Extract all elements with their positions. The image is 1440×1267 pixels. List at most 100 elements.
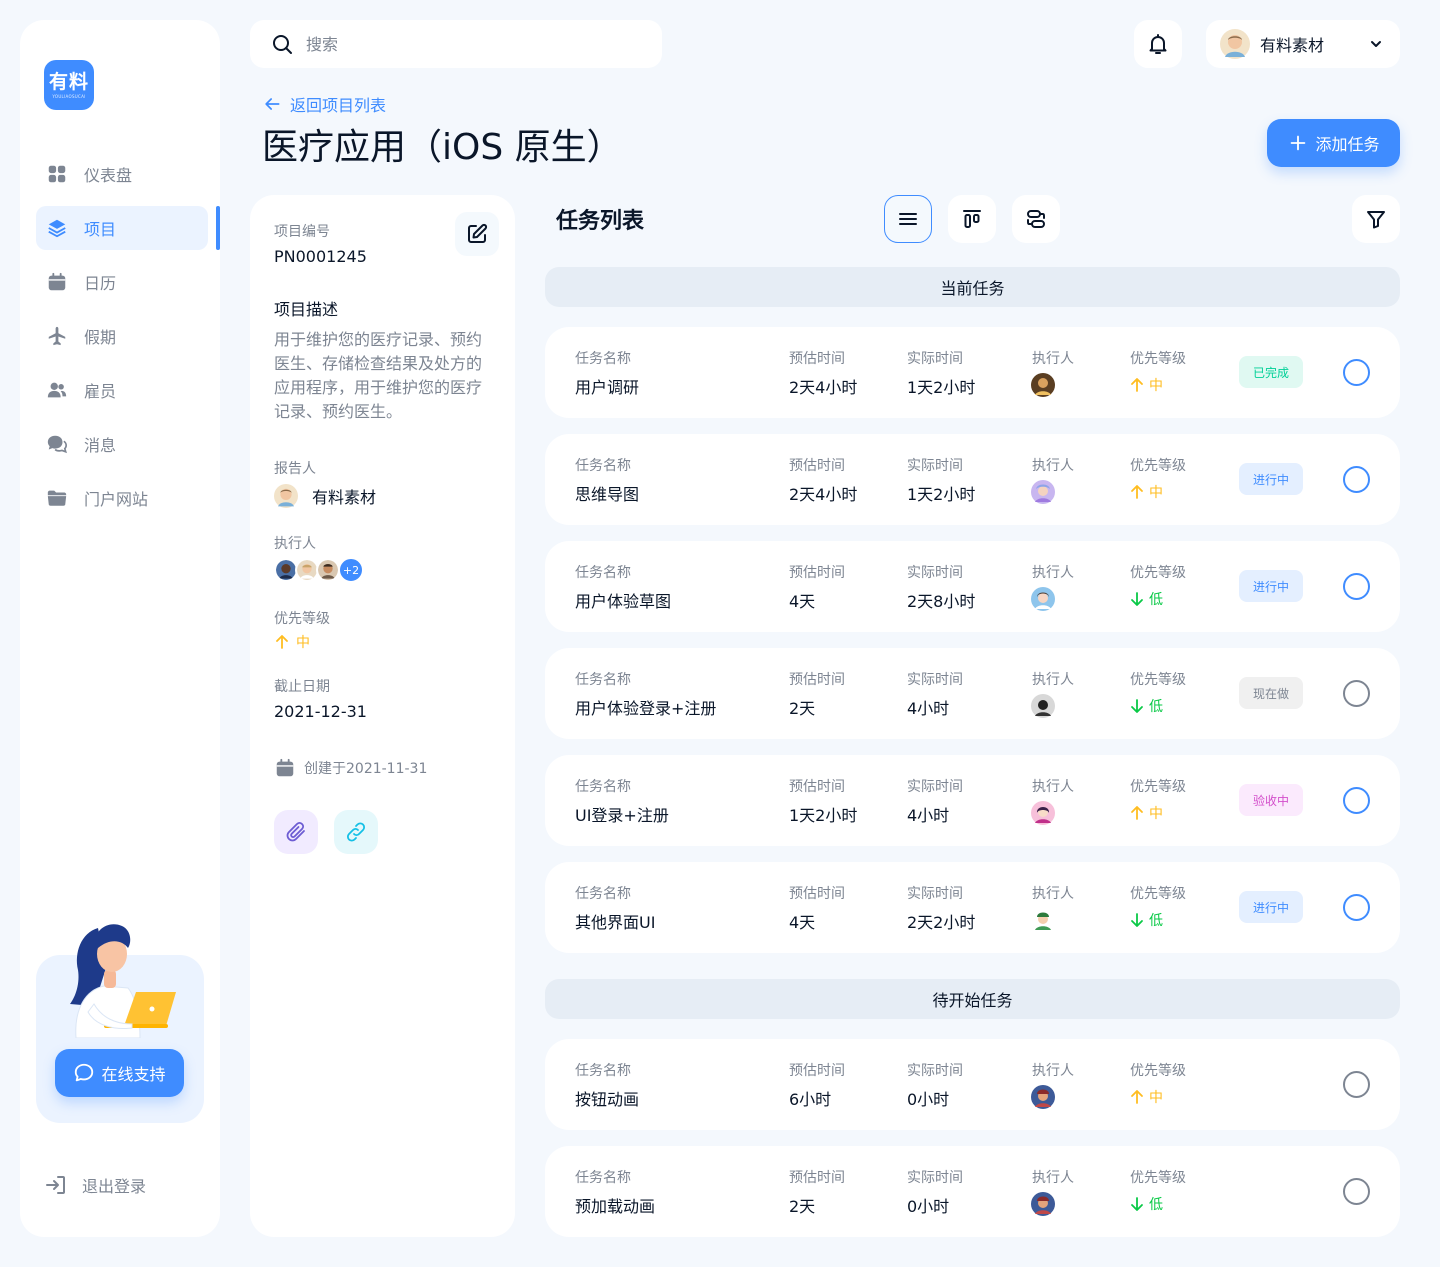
task-row[interactable]: 任务名称 用户调研 预估时间 2天4小时 实际时间 1天2小时 执行人 优先等级… [545, 327, 1400, 418]
chevron-down-icon [1371, 41, 1381, 47]
task-row[interactable]: 任务名称 用户体验草图 预估时间 4天 实际时间 2天8小时 执行人 优先等级 … [545, 541, 1400, 632]
logout-button[interactable]: 退出登录 [44, 1173, 146, 1197]
actual-value: 1天2小时 [907, 378, 976, 397]
priority-value: 中 [1129, 482, 1163, 502]
filter-button[interactable] [1352, 195, 1400, 243]
board-view-button[interactable] [948, 195, 996, 243]
sidebar-item-label: 仪表盘 [84, 166, 133, 185]
add-task-button[interactable]: 添加任务 [1267, 119, 1400, 167]
search-input[interactable] [306, 34, 636, 54]
avatar [1031, 587, 1055, 611]
task-row[interactable]: 任务名称 UI登录+注册 预估时间 1天2小时 实际时间 4小时 执行人 优先等… [545, 755, 1400, 846]
project-number: PN0001245 [274, 247, 367, 266]
assignee-label: 执行人 [1032, 1170, 1074, 1186]
created-date: 创建于2021-11-31 [274, 757, 427, 779]
upcoming-tasks-header[interactable]: 待开始任务 [545, 979, 1400, 1019]
priority-text: 中 [1149, 1090, 1163, 1106]
priority-label: 优先等级 [1130, 1170, 1186, 1186]
estimate-value: 2天 [789, 699, 816, 718]
avatar [1031, 480, 1055, 504]
actual-label: 实际时间 [907, 886, 963, 902]
status-badge: 验收中 [1239, 784, 1303, 816]
reporter-name: 有料素材 [312, 488, 377, 507]
task-checkbox[interactable] [1343, 680, 1370, 707]
arrow-left-icon [265, 98, 280, 110]
priority-label: 优先等级 [1130, 1063, 1186, 1079]
actual-value: 2天2小时 [907, 913, 976, 932]
task-name: 按钮动画 [575, 1090, 640, 1109]
app-logo[interactable]: 有料 YOULIAOSUCAI [44, 60, 94, 110]
estimate-label: 预估时间 [789, 565, 845, 581]
avatar [1031, 694, 1055, 718]
user-profile-menu[interactable]: 有料素材 [1206, 20, 1400, 68]
timeline-view-button[interactable] [1012, 195, 1060, 243]
sidebar-item-vacations[interactable]: 假期 [36, 314, 208, 358]
task-name: 用户体验登录+注册 [575, 699, 717, 718]
task-checkbox[interactable] [1343, 1071, 1370, 1098]
sidebar-item-label: 雇员 [84, 382, 117, 401]
support-button[interactable]: 在线支持 [55, 1049, 184, 1097]
calendar-icon [276, 758, 294, 777]
arrow-up-icon [1131, 485, 1143, 499]
task-checkbox[interactable] [1343, 573, 1370, 600]
priority-value: 中 [1129, 803, 1163, 823]
sidebar-item-messenger[interactable]: 消息 [36, 422, 208, 466]
task-row[interactable]: 任务名称 按钮动画 预估时间 6小时 实际时间 0小时 执行人 优先等级 中 [545, 1039, 1400, 1130]
task-checkbox[interactable] [1343, 787, 1370, 814]
attachment-button[interactable] [274, 810, 318, 854]
sidebar-item-portal[interactable]: 门户网站 [36, 476, 208, 520]
task-name-label: 任务名称 [575, 351, 631, 367]
list-icon [899, 213, 917, 225]
sidebar-item-projects[interactable]: 项目 [36, 206, 220, 250]
sidebar-item-label: 项目 [84, 220, 117, 239]
back-label: 返回项目列表 [290, 96, 387, 115]
created-text: 创建于2021-11-31 [304, 761, 428, 777]
edit-project-button[interactable] [455, 212, 499, 256]
task-row[interactable]: 任务名称 思维导图 预估时间 2天4小时 实际时间 1天2小时 执行人 优先等级… [545, 434, 1400, 525]
estimate-value: 4天 [789, 913, 816, 932]
priority-text: 中 [1149, 485, 1163, 501]
avatar [316, 558, 340, 582]
task-row[interactable]: 任务名称 用户体验登录+注册 预估时间 2天 实际时间 4小时 执行人 优先等级… [545, 648, 1400, 739]
task-row[interactable]: 任务名称 其他界面UI 预估时间 4天 实际时间 2天2小时 执行人 优先等级 … [545, 862, 1400, 953]
priority-label: 优先等级 [274, 611, 330, 627]
support-illustration [70, 924, 176, 1038]
task-name-label: 任务名称 [575, 886, 631, 902]
tasks-title: 任务列表 [556, 209, 645, 234]
task-checkbox[interactable] [1343, 466, 1370, 493]
project-number-label: 项目编号 [274, 224, 330, 240]
assignees[interactable]: +2 [274, 557, 364, 583]
due-date-label: 截止日期 [274, 679, 330, 695]
task-row[interactable]: 任务名称 预加载动画 预估时间 2天 实际时间 0小时 执行人 优先等级 低 [545, 1146, 1400, 1237]
task-name: 预加载动画 [575, 1197, 656, 1216]
avatar [1031, 373, 1055, 397]
current-tasks-header[interactable]: 当前任务 [545, 267, 1400, 307]
priority-label: 优先等级 [1130, 779, 1186, 795]
task-checkbox[interactable] [1343, 894, 1370, 921]
due-date: 2021-12-31 [274, 702, 367, 721]
task-checkbox[interactable] [1343, 1178, 1370, 1205]
description-title: 项目描述 [274, 300, 339, 319]
task-checkbox[interactable] [1343, 359, 1370, 386]
actual-label: 实际时间 [907, 1170, 963, 1186]
status-badge: 已完成 [1239, 356, 1303, 388]
edit-icon [468, 223, 488, 243]
list-view-button[interactable] [884, 195, 932, 243]
notifications-button[interactable] [1134, 20, 1182, 68]
priority-label: 优先等级 [1130, 672, 1186, 688]
actual-value: 2天8小时 [907, 592, 976, 611]
actual-label: 实际时间 [907, 672, 963, 688]
sidebar-item-employees[interactable]: 雇员 [36, 368, 208, 412]
back-to-projects-link[interactable]: 返回项目列表 [262, 92, 386, 116]
status-badge: 现在做 [1239, 677, 1303, 709]
link-button[interactable] [334, 810, 378, 854]
timeline-icon [1027, 210, 1045, 228]
sidebar-item-dashboard[interactable]: 仪表盘 [36, 152, 208, 196]
add-task-label: 添加任务 [1315, 135, 1380, 154]
priority-value: 中 [274, 632, 310, 652]
estimate-label: 预估时间 [789, 1063, 845, 1079]
priority-value: 低 [1129, 910, 1163, 930]
task-name: 思维导图 [575, 485, 640, 504]
task-name: UI登录+注册 [575, 806, 669, 825]
sidebar-item-calendar[interactable]: 日历 [36, 260, 208, 304]
